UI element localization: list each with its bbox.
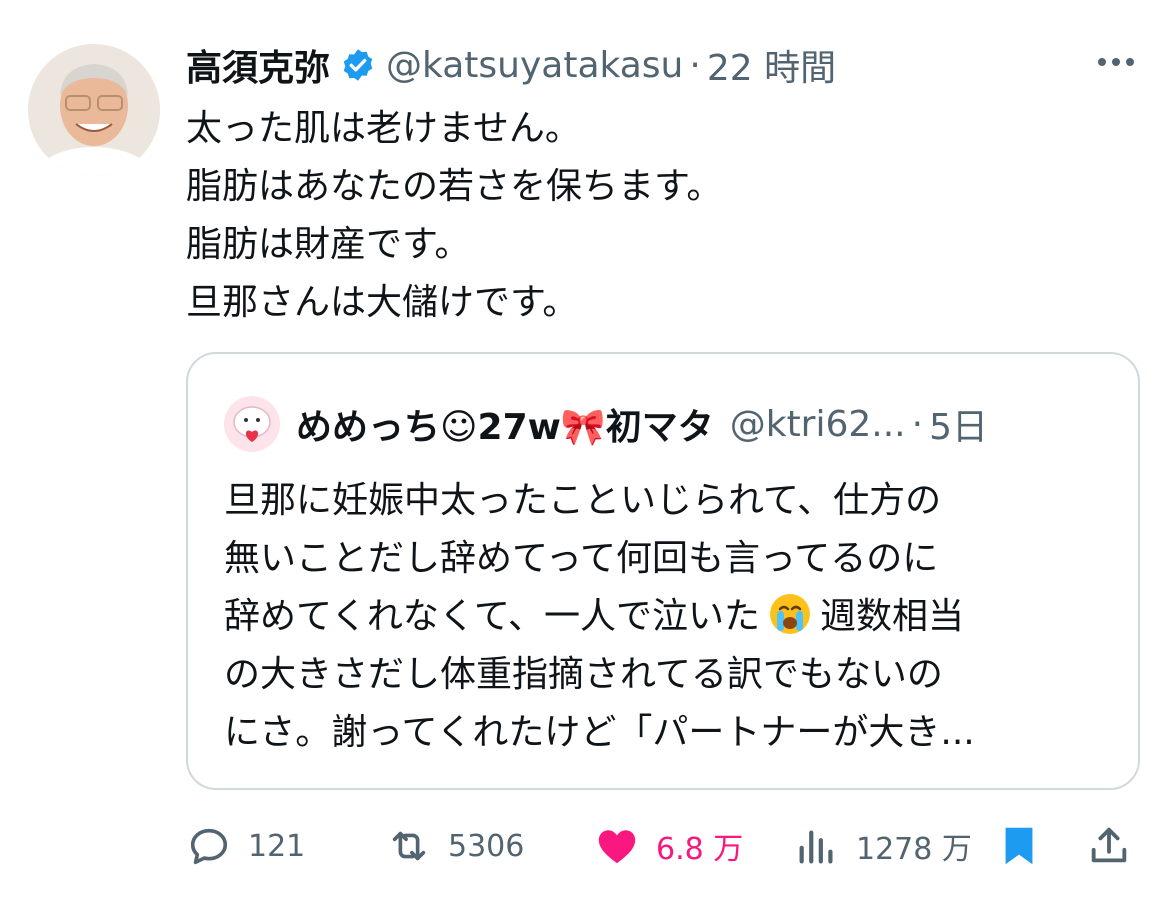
quoted-tweet-timestamp[interactable]: 5日 xyxy=(929,398,988,450)
quoted-tweet-text: 旦那に妊娠中太ったこといじられて、仕方の 無いことだし辞めてって何回も言ってるの… xyxy=(224,472,975,762)
quoted-line: の大きさだし体重指摘されてる訳でもないの xyxy=(224,654,943,695)
quoted-author-name[interactable]: めめっち☺27w🎀初マタ xyxy=(296,398,714,450)
author-name[interactable]: 高須克弥 xyxy=(186,39,330,91)
bookmark-icon xyxy=(1005,827,1033,865)
tweet-text: 太った肌は老けません。 脂肪はあなたの若さを保ちます。 脂肪は財産です。 旦那さ… xyxy=(186,100,722,332)
heart-icon xyxy=(598,830,636,864)
quoted-line: 旦那に妊娠中太ったこといじられて、仕方の xyxy=(224,480,942,521)
tweet-timestamp[interactable]: 22 時間 xyxy=(707,39,836,91)
share-button[interactable] xyxy=(1086,818,1132,874)
quoted-line: 辞めてくれなくて、一人で泣いた 週数相当 xyxy=(224,588,975,646)
quoted-line: 無いことだし辞めてって何回も言ってるのに xyxy=(224,538,939,579)
like-button[interactable]: 6.8 万 xyxy=(594,818,743,874)
tweet-line: 太った肌は老けません。 xyxy=(186,108,581,149)
retweet-count: 5306 xyxy=(448,828,525,864)
action-bar: 121 5306 6.8 万 1278 万 xyxy=(186,818,1140,874)
retweet-icon xyxy=(392,831,426,861)
quoted-tweet-header: めめっち☺27w🎀初マタ @ktri62... · 5日 xyxy=(224,396,988,452)
crying-face-icon xyxy=(770,594,811,634)
tweet-line: 脂肪はあなたの若さを保ちます。 xyxy=(186,166,723,207)
views-button[interactable]: 1278 万 xyxy=(794,818,972,874)
more-dots-icon[interactable] xyxy=(1094,50,1138,74)
author-avatar[interactable] xyxy=(28,44,160,176)
like-count: 6.8 万 xyxy=(656,832,744,867)
tweet-line: 旦那さんは大儲けです。 xyxy=(186,282,579,323)
quoted-author-avatar[interactable] xyxy=(224,396,280,452)
retweet-button[interactable]: 5306 xyxy=(386,818,524,874)
share-icon xyxy=(1091,827,1127,863)
quoted-line: にさ。謝ってくれたけど「パートナーが大き... xyxy=(224,712,975,753)
views-icon xyxy=(799,830,833,864)
separator-dot: · xyxy=(911,403,924,445)
quoted-line-part: 週数相当 xyxy=(820,596,965,637)
author-handle[interactable]: @katsuyatakasu xyxy=(386,45,683,86)
quoted-line-part: 辞めてくれなくて、一人で泣いた xyxy=(224,596,761,637)
bookmark-button[interactable] xyxy=(996,818,1042,874)
reply-icon xyxy=(190,828,228,865)
quoted-tweet[interactable]: めめっち☺27w🎀初マタ @ktri62... · 5日 旦那に妊娠中太ったこと… xyxy=(186,352,1140,790)
quoted-author-handle[interactable]: @ktri62... xyxy=(730,404,906,445)
tweet-header: 高須克弥 @katsuyatakasu · 22 時間 xyxy=(186,38,836,92)
tweet-line: 脂肪は財産です。 xyxy=(186,224,471,265)
views-count: 1278 万 xyxy=(856,832,972,867)
reply-count: 121 xyxy=(248,828,306,864)
reply-button[interactable]: 121 xyxy=(186,818,305,874)
verified-badge-icon xyxy=(343,49,373,81)
separator-dot: · xyxy=(689,44,701,86)
